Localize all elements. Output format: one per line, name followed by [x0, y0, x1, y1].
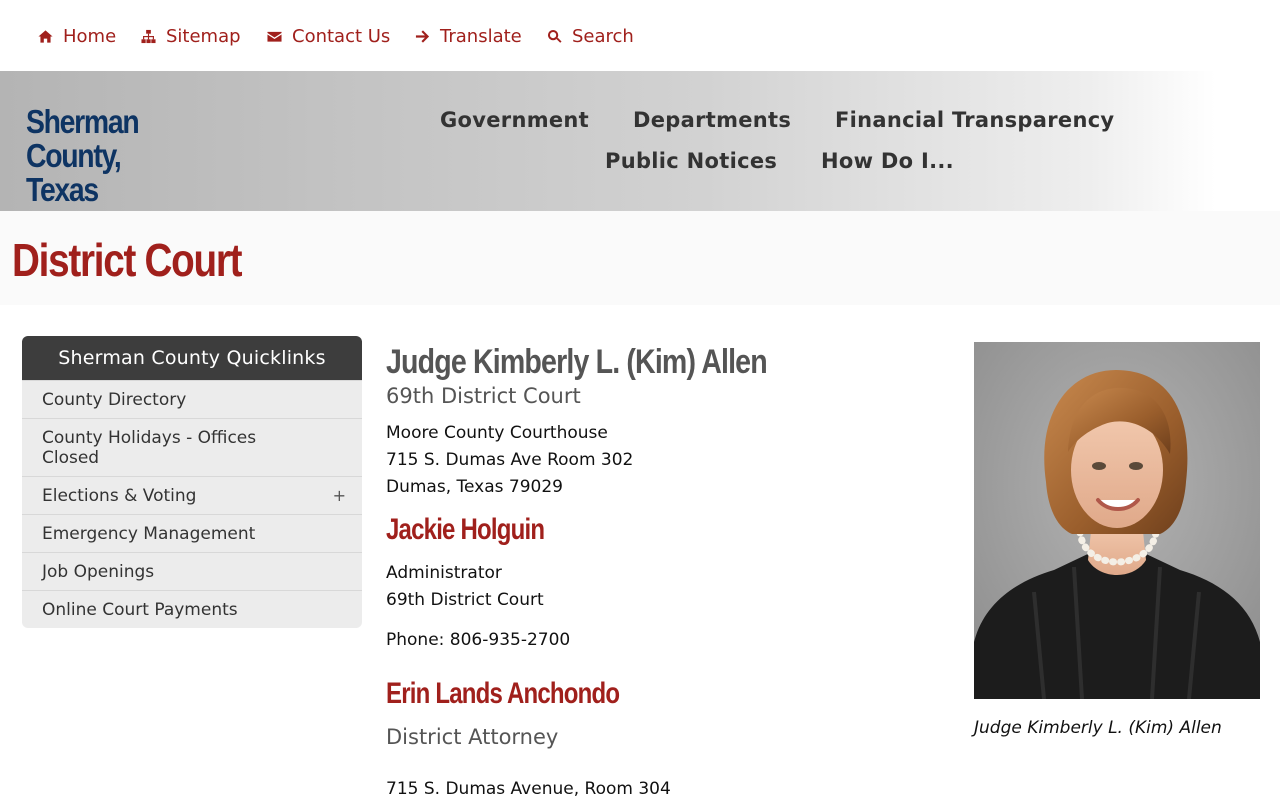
nav-how-do-i[interactable]: How Do I...	[821, 149, 954, 173]
administrator-phone: Phone: 806-935-2700	[386, 630, 571, 650]
quicklink-county-holidays[interactable]: County Holidays - Offices Closed	[22, 418, 362, 476]
administrator-title: Administrator	[386, 563, 502, 583]
nav-financial-transparency[interactable]: Financial Transparency	[835, 108, 1114, 132]
quicklink-label: County Holidays - Offices Closed	[42, 428, 257, 468]
site-name-line2: Texas	[26, 171, 99, 208]
quicklink-label: Elections & Voting	[42, 486, 197, 506]
home-label: Home	[63, 25, 117, 47]
quicklink-emergency-management[interactable]: Emergency Management	[22, 514, 362, 552]
nav-public-notices[interactable]: Public Notices	[605, 149, 777, 173]
sitemap-label: Sitemap	[166, 25, 241, 47]
quicklink-label: Job Openings	[42, 562, 155, 582]
administrator-name: Jackie Holguin	[386, 513, 545, 546]
page-title-band: District Court	[0, 211, 1280, 305]
administrator-details: Administrator 69th District Court	[386, 560, 544, 614]
home-link[interactable]: Home	[36, 24, 116, 48]
search-link[interactable]: Search	[545, 24, 634, 48]
quicklinks-sidebar: Sherman County Quicklinks County Directo…	[22, 336, 362, 628]
judge-court: 69th District Court	[386, 384, 581, 408]
sitemap-link[interactable]: Sitemap	[139, 24, 241, 48]
utility-bar: Home Sitemap Contact Us Translate Search	[0, 0, 1280, 71]
translate-link[interactable]: Translate	[413, 24, 522, 48]
judge-address: Moore County Courthouse 715 S. Dumas Ave…	[386, 420, 633, 501]
quicklinks-list: County Directory County Holidays - Offic…	[22, 380, 362, 628]
quicklink-elections-voting[interactable]: Elections & Voting +	[22, 476, 362, 514]
district-attorney-title: District Attorney	[386, 725, 559, 749]
sitemap-icon	[139, 27, 157, 45]
quicklink-online-court-payments[interactable]: Online Court Payments	[22, 590, 362, 628]
site-name-line1: Sherman County,	[26, 103, 140, 174]
quicklink-label: Emergency Management	[42, 524, 256, 544]
nav-government[interactable]: Government	[440, 108, 589, 132]
site-logo[interactable]: Sherman County, Texas	[26, 105, 224, 207]
expand-toggle[interactable]: +	[333, 486, 346, 506]
site-header: Sherman County, Texas Government Departm…	[0, 71, 1280, 211]
address-line: Moore County Courthouse	[386, 423, 608, 443]
arrow-right-icon	[413, 27, 431, 45]
judge-name: Judge Kimberly L. (Kim) Allen	[386, 343, 768, 381]
quicklink-job-openings[interactable]: Job Openings	[22, 552, 362, 590]
address-line: 715 S. Dumas Ave Room 302	[386, 450, 634, 470]
photo-caption: Judge Kimberly L. (Kim) Allen	[974, 718, 1222, 738]
administrator-court: 69th District Court	[386, 590, 544, 610]
search-label: Search	[572, 25, 634, 47]
quicklink-label: Online Court Payments	[42, 600, 238, 620]
quicklink-label: County Directory	[42, 390, 187, 410]
district-attorney-name: Erin Lands Anchondo	[386, 677, 620, 710]
judge-portrait	[974, 342, 1260, 699]
search-icon	[545, 27, 563, 45]
contact-us-label: Contact Us	[292, 25, 391, 47]
nav-departments[interactable]: Departments	[633, 108, 791, 132]
page-title: District Court	[12, 234, 243, 286]
contact-us-link[interactable]: Contact Us	[265, 24, 390, 48]
district-attorney-address: 715 S. Dumas Avenue, Room 304	[386, 779, 671, 799]
quicklinks-heading: Sherman County Quicklinks	[22, 336, 362, 380]
home-icon	[36, 27, 54, 45]
quicklink-county-directory[interactable]: County Directory	[22, 380, 362, 418]
envelope-icon	[265, 27, 283, 45]
address-line: Dumas, Texas 79029	[386, 477, 563, 497]
translate-label: Translate	[440, 25, 522, 47]
